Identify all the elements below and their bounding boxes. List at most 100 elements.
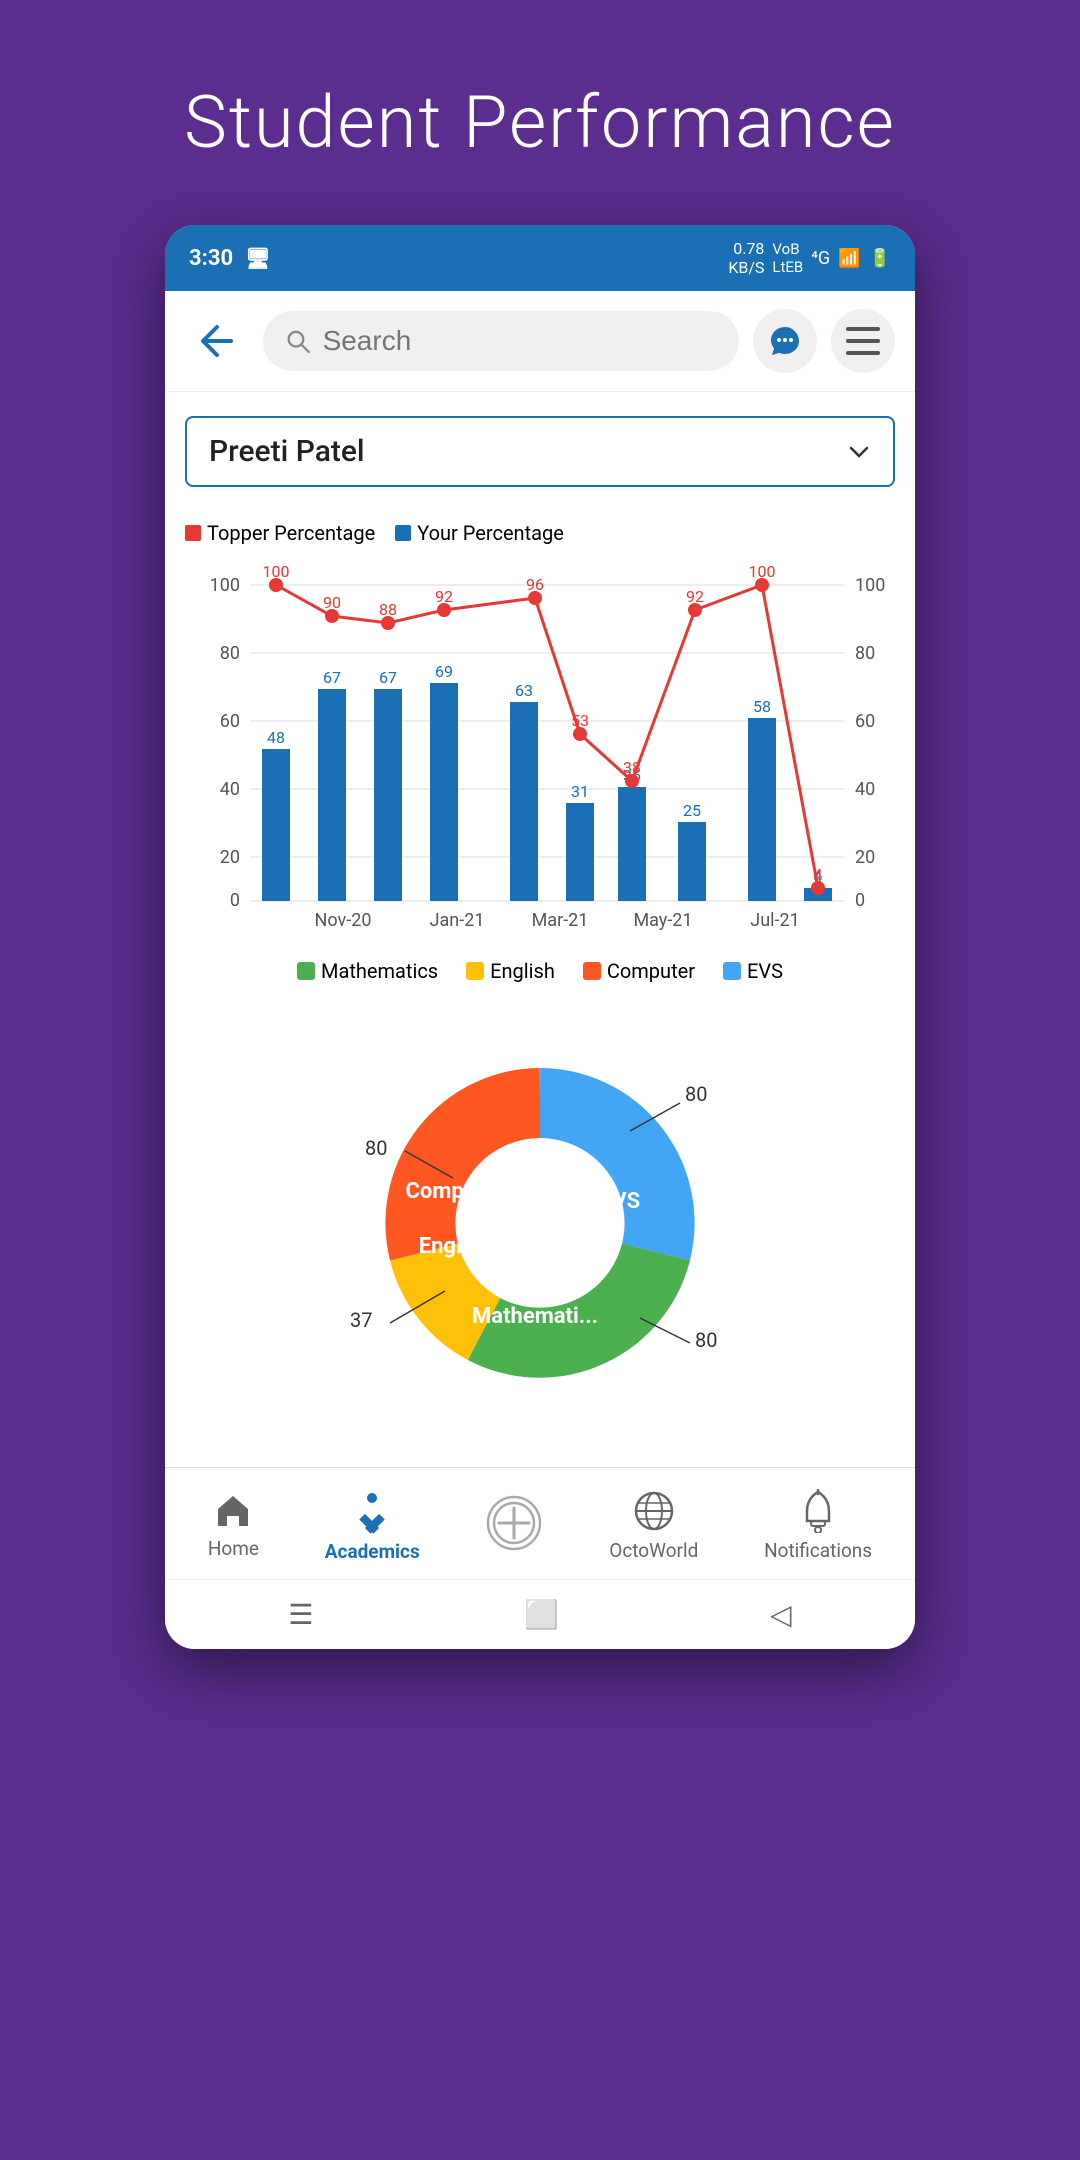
svg-text:100: 100 bbox=[855, 575, 885, 596]
computer-legend: Computer bbox=[583, 959, 695, 983]
topper-label: Topper Percentage bbox=[207, 521, 375, 545]
svg-text:20: 20 bbox=[855, 847, 875, 868]
svg-text:88: 88 bbox=[379, 600, 397, 619]
nav-octo-plus[interactable] bbox=[485, 1494, 543, 1558]
back-button[interactable] bbox=[185, 309, 249, 373]
donut-svg: EVS Mathemati... English Compute... 80 8… bbox=[290, 1023, 790, 1443]
top-bar bbox=[165, 291, 915, 392]
math-label: Mathematics bbox=[321, 959, 438, 983]
svg-text:58: 58 bbox=[753, 697, 771, 716]
battery-icon: 🔋 bbox=[869, 248, 891, 269]
nav-notifications[interactable]: Notifications bbox=[764, 1489, 872, 1562]
your-legend: Your Percentage bbox=[395, 521, 564, 545]
svg-text:63: 63 bbox=[515, 681, 533, 700]
home-label: Home bbox=[208, 1537, 259, 1560]
phone-frame: 3:30 🖥 0.78KB/S VoBLtEB ⁴G 📶 🔋 bbox=[165, 225, 915, 1649]
svg-text:67: 67 bbox=[323, 668, 341, 687]
svg-text:4: 4 bbox=[814, 865, 823, 884]
globe-icon bbox=[632, 1489, 676, 1533]
topper-legend: Topper Percentage bbox=[185, 521, 375, 545]
notifications-label: Notifications bbox=[764, 1539, 872, 1562]
search-input[interactable] bbox=[323, 325, 717, 357]
svg-text:40: 40 bbox=[220, 779, 240, 800]
svg-text:100: 100 bbox=[210, 575, 240, 596]
home-icon bbox=[213, 1491, 253, 1531]
svg-text:Jul-21: Jul-21 bbox=[750, 910, 799, 931]
donut-chart-area: EVS Mathemati... English Compute... 80 8… bbox=[185, 1023, 895, 1443]
chart-legend: Topper Percentage Your Percentage bbox=[185, 521, 895, 545]
evs-label: EVS bbox=[747, 959, 783, 983]
svg-text:31: 31 bbox=[571, 782, 589, 801]
network-type: ⁴G bbox=[811, 248, 830, 269]
english-legend: English bbox=[466, 959, 555, 983]
svg-text:80: 80 bbox=[685, 1082, 707, 1106]
svg-text:20: 20 bbox=[220, 847, 240, 868]
voip-icon: VoBLtEB bbox=[772, 240, 803, 276]
svg-text:Compute...: Compute... bbox=[405, 1179, 514, 1204]
nav-octoworld[interactable]: OctoWorld bbox=[609, 1489, 698, 1562]
svg-text:48: 48 bbox=[267, 728, 285, 747]
time: 3:30 bbox=[189, 246, 233, 271]
svg-text:38: 38 bbox=[623, 758, 641, 777]
svg-text:May-21: May-21 bbox=[633, 910, 692, 931]
hamburger-icon[interactable]: ☰ bbox=[288, 1598, 313, 1631]
svg-text:40: 40 bbox=[855, 779, 875, 800]
svg-text:0: 0 bbox=[230, 890, 240, 911]
svg-text:25: 25 bbox=[683, 801, 701, 820]
student-name: Preeti Patel bbox=[209, 434, 365, 469]
svg-text:100: 100 bbox=[749, 562, 776, 581]
search-box[interactable] bbox=[263, 311, 739, 371]
status-left: 3:30 🖥 bbox=[189, 246, 270, 271]
svg-text:53: 53 bbox=[571, 711, 589, 730]
screen-icon: 🖥 bbox=[245, 246, 270, 270]
nav-home[interactable]: Home bbox=[208, 1491, 259, 1560]
status-bar: 3:30 🖥 0.78KB/S VoBLtEB ⁴G 📶 🔋 bbox=[165, 225, 915, 291]
bar-chart-area: Topper Percentage Your Percentage 100 80… bbox=[185, 511, 895, 993]
svg-text:67: 67 bbox=[379, 668, 397, 687]
content-area: Preeti Patel Topper Percentage Your Perc… bbox=[165, 392, 915, 1467]
system-bar: ☰ ⬜ ◁ bbox=[165, 1579, 915, 1649]
search-icon bbox=[285, 327, 311, 355]
bar-chart-svg: 100 80 60 40 20 0 100 80 60 40 20 0 bbox=[185, 561, 895, 941]
bell-icon bbox=[797, 1489, 839, 1533]
svg-text:80: 80 bbox=[220, 643, 240, 664]
svg-text:English: English bbox=[419, 1234, 492, 1259]
svg-text:92: 92 bbox=[435, 587, 453, 606]
svg-text:80: 80 bbox=[365, 1136, 387, 1160]
menu-button[interactable] bbox=[831, 309, 895, 373]
back-system-icon[interactable]: ◁ bbox=[770, 1598, 792, 1631]
your-label: Your Percentage bbox=[417, 521, 564, 545]
topper-dot bbox=[185, 525, 201, 541]
svg-text:92: 92 bbox=[686, 587, 704, 606]
svg-text:80: 80 bbox=[855, 643, 875, 664]
svg-text:EVS: EVS bbox=[600, 1189, 640, 1214]
octo-plus-icon bbox=[485, 1494, 543, 1552]
page-title: Student Performance bbox=[144, 0, 936, 225]
math-dot bbox=[297, 962, 315, 980]
status-right: 0.78KB/S VoBLtEB ⁴G 📶 🔋 bbox=[728, 239, 891, 277]
octoworld-label: OctoWorld bbox=[609, 1539, 698, 1562]
subject-legend: Mathematics English Computer EVS bbox=[185, 959, 895, 983]
math-legend: Mathematics bbox=[297, 959, 438, 983]
outer-container: Student Performance 3:30 🖥 0.78KB/S VoBL… bbox=[0, 0, 1080, 2160]
square-icon[interactable]: ⬜ bbox=[524, 1598, 559, 1631]
evs-legend: EVS bbox=[723, 959, 783, 983]
svg-text:69: 69 bbox=[435, 662, 453, 681]
bottom-nav: Home Academics bbox=[165, 1467, 915, 1579]
academics-icon bbox=[349, 1488, 395, 1534]
svg-text:Jan-21: Jan-21 bbox=[430, 910, 485, 931]
svg-text:Nov-20: Nov-20 bbox=[315, 910, 372, 931]
student-selector[interactable]: Preeti Patel bbox=[185, 416, 895, 487]
nav-academics[interactable]: Academics bbox=[325, 1488, 420, 1563]
svg-text:60: 60 bbox=[855, 711, 875, 732]
svg-text:0: 0 bbox=[855, 890, 865, 911]
message-button[interactable] bbox=[753, 309, 817, 373]
svg-text:37: 37 bbox=[350, 1308, 372, 1332]
svg-text:60: 60 bbox=[220, 711, 240, 732]
svg-text:90: 90 bbox=[323, 593, 341, 612]
english-dot bbox=[466, 962, 484, 980]
svg-text:96: 96 bbox=[526, 575, 544, 594]
svg-text:100: 100 bbox=[263, 562, 290, 581]
your-dot bbox=[395, 525, 411, 541]
evs-dot bbox=[723, 962, 741, 980]
